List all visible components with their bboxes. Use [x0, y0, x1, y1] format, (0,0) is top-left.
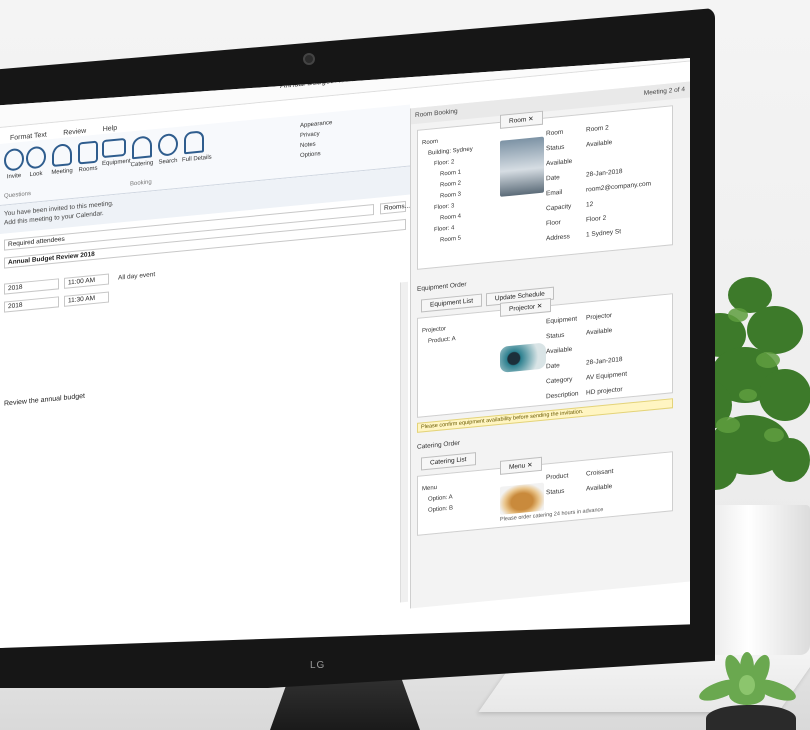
room-tab[interactable]: Room ✕ — [500, 110, 543, 129]
start-time-field[interactable]: 11:00 AM — [64, 273, 109, 289]
invite-label: Invite — [6, 172, 22, 181]
ribbon-group-booking: Booking — [130, 179, 152, 188]
prop-value: Croissant — [586, 467, 614, 478]
prop-value: Available — [586, 139, 613, 149]
room-props: Room Room 2 Status Available Available Dat… — [546, 116, 651, 246]
prop-value: Projector — [586, 312, 613, 322]
projector-photo — [500, 342, 546, 373]
croissant-photo — [500, 482, 544, 515]
ribbon-small-group: Appearance Privacy Notes Options — [300, 118, 332, 161]
prop-value: Floor 2 — [586, 214, 607, 224]
meeting-form: You have been invited to this meeting. A… — [0, 166, 410, 648]
rooms-button[interactable]: Rooms — [76, 140, 100, 173]
prop-value: 12 — [586, 200, 594, 209]
look-label: Look — [29, 170, 43, 179]
body-scrollbar[interactable] — [400, 281, 408, 603]
prop-value: HD projector — [586, 386, 623, 397]
prop-value: Available — [586, 327, 613, 337]
meeting-body[interactable]: Review the annual budget — [4, 393, 85, 408]
prop-key: Available Date — [546, 345, 573, 371]
rooms-field-button[interactable]: Rooms... — [380, 200, 410, 215]
prop-value: Room 2 — [586, 124, 609, 134]
person-icon — [4, 147, 24, 172]
tree-item[interactable]: Product: A — [422, 334, 456, 348]
search-label: Search — [158, 157, 178, 166]
invite-button[interactable]: Invite — [2, 147, 26, 180]
prop-key: Description — [546, 390, 579, 401]
prop-value: AV Equipment — [586, 370, 628, 382]
menu-tab[interactable]: Menu ✕ — [500, 456, 542, 475]
tab-equipment-list[interactable]: Equipment List — [421, 293, 482, 313]
monitor-logo: LG — [310, 660, 326, 671]
catering-tree: Menu Option: A Option: B — [422, 481, 453, 517]
prop-key: Address — [546, 233, 570, 243]
all-day-checkbox[interactable]: All day event — [118, 271, 155, 282]
prop-key: Available Date — [546, 157, 573, 183]
monitor-icon — [102, 137, 126, 159]
options-item[interactable]: Options — [300, 148, 332, 161]
full-details-button[interactable]: Full Details — [182, 130, 212, 164]
room-tabbar: Room ✕ — [500, 110, 545, 129]
end-date-field[interactable]: 2018 — [4, 296, 59, 313]
catering-subtabbar: Menu ✕ — [500, 456, 544, 475]
door-icon — [78, 140, 98, 165]
catering-label: Catering — [130, 160, 154, 169]
people-icon — [52, 143, 72, 167]
booking-pane-title: Room Booking — [415, 107, 458, 120]
tab-catering-list[interactable]: Catering List — [421, 452, 476, 471]
tab-review[interactable]: Review — [63, 124, 86, 137]
prop-value: 28-Jan-2018 — [586, 168, 623, 179]
catering-section-title: Catering Order — [417, 439, 460, 451]
booking-pane: Room Booking Meeting 2 of 4 Room ✕ Room … — [410, 81, 690, 609]
user-circle-icon — [26, 145, 46, 170]
cloche-icon — [132, 135, 152, 160]
room-card: Room ✕ Room Building: Sydney Floor: 2 Ro… — [417, 105, 673, 270]
equipment-tree: Projector Product: A — [422, 323, 456, 348]
webcam-icon — [303, 53, 315, 65]
search-button[interactable]: Search — [156, 132, 180, 166]
search-icon — [158, 132, 178, 157]
app-window: Annual Budget Review 2018 — Meeting — ☐ … — [0, 58, 690, 648]
equipment-button[interactable]: Equipment — [102, 137, 131, 168]
start-date-field[interactable]: 2018 — [4, 278, 59, 295]
prop-value: room2@company.com — [586, 180, 651, 194]
rooms-label: Rooms — [78, 165, 98, 174]
room-tree: Room Building: Sydney Floor: 2 Room 1 Ro… — [422, 133, 473, 248]
prop-value: Available — [586, 483, 613, 493]
room-photo — [500, 136, 544, 197]
look-button[interactable]: Look — [24, 145, 48, 178]
equipment-props: Equipment Projector Status Available Avail… — [546, 307, 627, 405]
catering-tabbar: Catering List — [421, 452, 478, 471]
catering-button[interactable]: Catering — [130, 135, 154, 168]
tab-help[interactable]: Help — [103, 121, 117, 133]
prop-key: Status — [546, 487, 565, 497]
booking-pane-counter: Meeting 2 of 4 — [643, 86, 685, 98]
hand-icon — [184, 130, 204, 155]
equipment-card: Projector ✕ Projector Product: A Equipme… — [417, 293, 673, 418]
equipment-section-title: Equipment Order — [417, 281, 467, 293]
end-time-field[interactable]: 11:30 AM — [64, 291, 109, 307]
prop-value: 1 Sydney St — [586, 228, 622, 239]
monitor-screen: Annual Budget Review 2018 — Meeting — ☐ … — [0, 58, 690, 648]
photo-scene: LG Annual Budget Review 2018 — Meeting —… — [0, 0, 810, 730]
equipment-label: Equipment — [102, 158, 131, 168]
ribbon-group-questions: Questions — [4, 191, 32, 200]
meeting-label: Meeting — [51, 168, 73, 177]
prop-value: 28-Jan-2018 — [586, 356, 623, 367]
plant-pot — [708, 505, 810, 655]
meeting-button[interactable]: Meeting — [50, 143, 74, 176]
tree-item[interactable]: Option: B — [422, 503, 453, 517]
full-details-label: Full Details — [182, 154, 212, 164]
catering-props: Product Croissant Status Available — [546, 464, 613, 500]
